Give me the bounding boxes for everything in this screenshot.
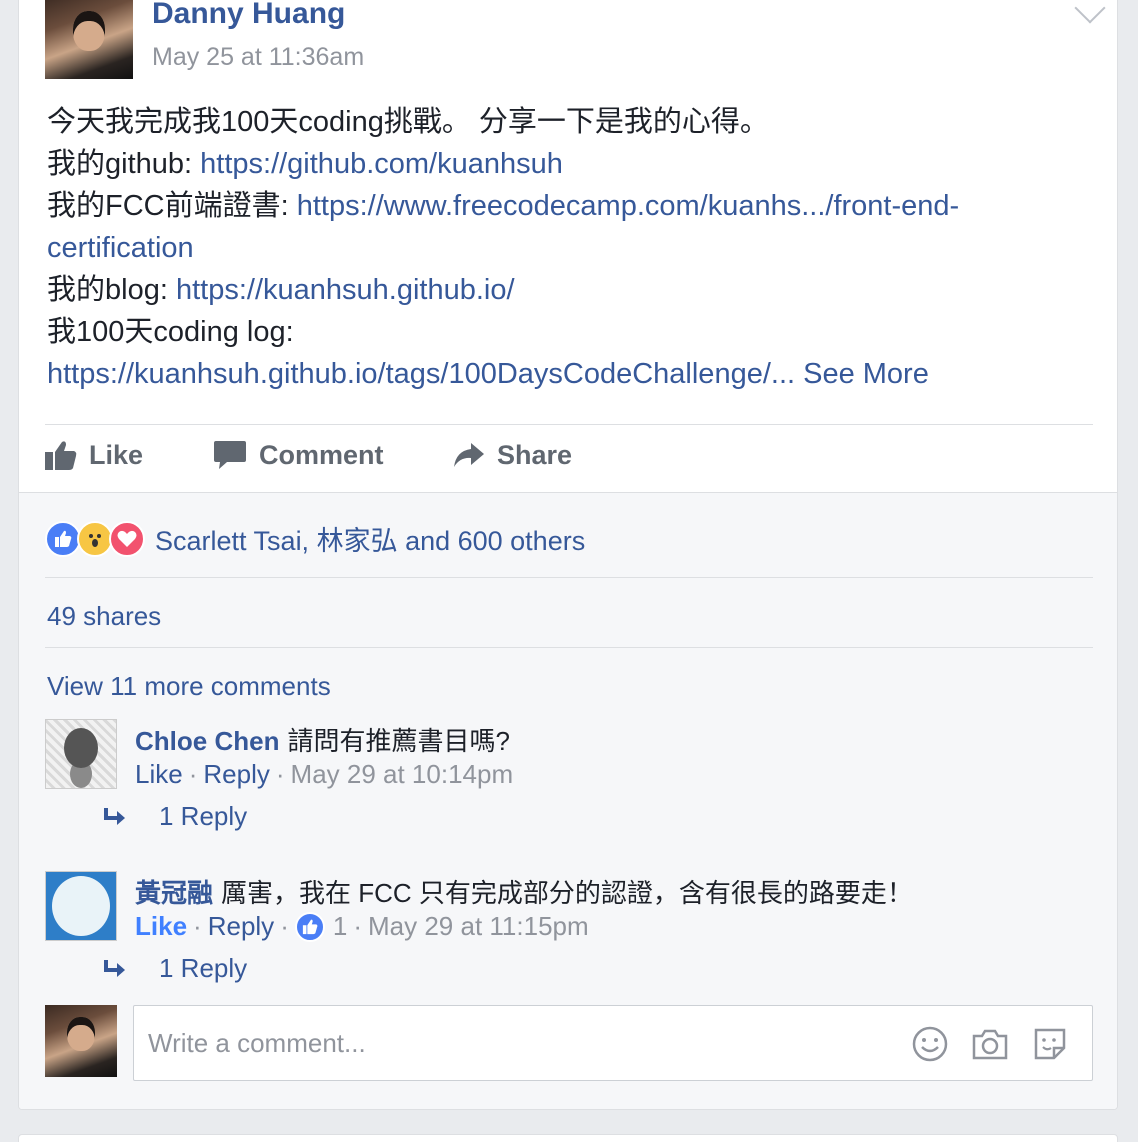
share-label: Share — [497, 439, 573, 470]
comment-content: 黃冠融 厲害，我在 FCC 只有完成部分的認證，含有很長的路要走！ — [135, 873, 913, 910]
comment-meta: Like · Reply · May 29 at 10:14pm — [135, 759, 513, 790]
post-line: 我100天coding log: — [47, 311, 1077, 353]
emoji-icon[interactable] — [910, 1024, 950, 1064]
comment-text: 厲害，我在 FCC 只有完成部分的認證，含有很長的路要走！ — [221, 878, 913, 908]
separator-dot: · — [353, 911, 362, 941]
see-more-link[interactable]: See More — [795, 358, 929, 390]
reactions-text: Scarlett Tsai, 林家弘 and 600 others — [155, 526, 586, 556]
post-line: https://kuanhsuh.github.io/tags/100DaysC… — [47, 353, 1077, 395]
like-label: Like — [89, 439, 144, 470]
coding-log-link[interactable]: https://kuanhsuh.github.io/tags/100DaysC… — [47, 358, 795, 390]
love-reaction-icon — [109, 520, 145, 557]
comment-meta: Like · Reply · 1 · May 29 at 11:15pm — [135, 911, 589, 942]
comment-reply-link[interactable]: Reply — [208, 911, 274, 942]
comment-reply-link[interactable]: Reply — [203, 759, 269, 790]
comment-timestamp[interactable]: May 29 at 10:14pm — [291, 759, 514, 790]
post-footer: Scarlett Tsai, 林家弘 and 600 others 49 sha… — [19, 492, 1117, 1109]
shares-count-link[interactable]: 49 shares — [47, 601, 161, 632]
post-line-text: 我的github: — [47, 148, 201, 180]
post-line: certification — [47, 227, 1077, 269]
share-button[interactable]: Share — [453, 425, 572, 485]
like-button[interactable]: Like — [45, 425, 143, 485]
comment-box — [133, 1005, 1093, 1081]
reply-count: 1 Reply — [159, 953, 248, 983]
camera-icon[interactable] — [970, 1024, 1010, 1064]
separator-dot: · — [280, 911, 289, 941]
comment-like-count[interactable]: 1 — [333, 911, 347, 942]
post-line-text: 我的FCC前端證書: — [47, 190, 297, 222]
separator-dot: · — [193, 911, 202, 941]
next-post-card — [18, 1134, 1118, 1142]
post-line: 今天我完成我100天coding挑戰。 分享一下是我的心得。 — [47, 101, 1077, 143]
divider — [45, 647, 1093, 648]
post-timestamp[interactable]: May 25 at 11:36am — [152, 43, 364, 72]
comment-timestamp[interactable]: May 29 at 11:15pm — [368, 911, 589, 942]
comment-text: 請問有推薦書目嗎? — [287, 726, 510, 756]
reply-arrow-icon — [104, 959, 125, 977]
view-more-comments-link[interactable]: View 11 more comments — [47, 671, 331, 702]
commenter-name[interactable]: Chloe Chen — [135, 726, 279, 756]
post-header: Danny Huang May 25 at 11:36am — [45, 0, 1106, 79]
comment-button[interactable]: Comment — [213, 425, 384, 485]
fcc-link[interactable]: https://www.freecodecamp.com/kuanhs.../f… — [297, 190, 959, 222]
reply-arrow-icon — [104, 807, 125, 825]
comment-like-link[interactable]: Like — [135, 759, 183, 790]
commenter-avatar[interactable] — [45, 871, 117, 941]
post-line-text: 我100天coding log: — [47, 316, 294, 348]
current-user-avatar — [45, 1005, 117, 1077]
wow-reaction-icon — [77, 520, 113, 557]
post-actions: Like Comment Share — [45, 425, 1093, 485]
comment-bubble-icon — [214, 441, 246, 469]
comment-composer — [45, 1005, 1093, 1081]
post-text: 今天我完成我100天coding挑戰。 分享一下是我的心得。 我的github:… — [47, 101, 1077, 395]
post-line: 我的blog: https://kuanhsuh.github.io/ — [47, 269, 1077, 311]
reactions-summary[interactable]: Scarlett Tsai, 林家弘 and 600 others — [45, 519, 585, 558]
like-reaction-icon — [294, 911, 325, 942]
commenter-avatar[interactable] — [45, 719, 117, 789]
view-replies-link[interactable]: 1 Reply — [103, 953, 247, 984]
separator-dot: · — [188, 759, 198, 789]
sticker-icon[interactable] — [1030, 1024, 1070, 1064]
comment-content: Chloe Chen 請問有推薦書目嗎? — [135, 721, 510, 758]
author-name[interactable]: Danny Huang — [152, 0, 345, 31]
author-avatar[interactable] — [45, 0, 133, 79]
divider — [45, 577, 1093, 578]
fcc-link-continued[interactable]: certification — [47, 232, 194, 264]
like-reaction-icon — [45, 520, 81, 557]
share-arrow-icon — [454, 443, 484, 467]
thumbs-up-icon — [45, 441, 77, 470]
comment-like-link[interactable]: Like — [135, 911, 187, 942]
blog-link[interactable]: https://kuanhsuh.github.io/ — [176, 274, 515, 306]
reply-count: 1 Reply — [159, 801, 248, 831]
comment-label: Comment — [259, 439, 384, 470]
comment-input[interactable] — [148, 1024, 888, 1062]
post-line-text: 今天我完成我100天coding挑戰。 分享一下是我的心得。 — [47, 106, 769, 138]
view-replies-link[interactable]: 1 Reply — [103, 801, 247, 832]
github-link[interactable]: https://github.com/kuanhsuh — [200, 148, 563, 180]
chevron-down-icon[interactable] — [1074, 0, 1106, 24]
post-line: 我的github: https://github.com/kuanhsuh — [47, 143, 1077, 185]
commenter-name[interactable]: 黃冠融 — [135, 878, 213, 908]
post-line: 我的FCC前端證書: https://www.freecodecamp.com/… — [47, 185, 1077, 227]
post-card: Danny Huang May 25 at 11:36am 今天我完成我100天… — [18, 0, 1118, 1110]
separator-dot: · — [275, 759, 285, 789]
post-line-text: 我的blog: — [47, 274, 176, 306]
